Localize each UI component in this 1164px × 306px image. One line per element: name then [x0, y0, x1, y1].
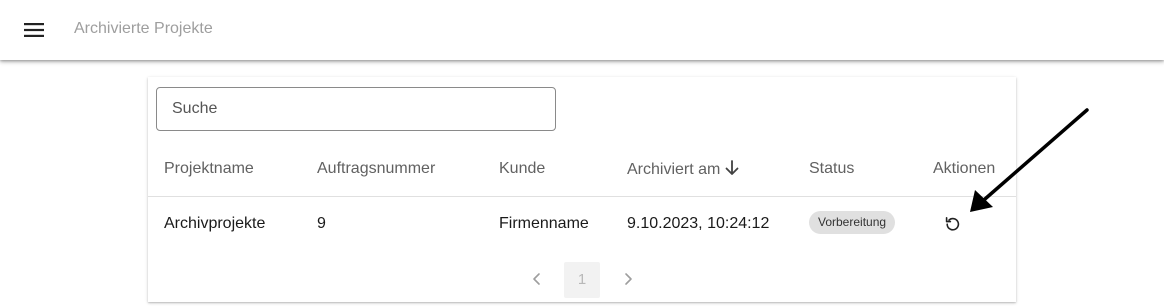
- cell-auftragsnummer: 9: [317, 215, 326, 232]
- cell-kunde: Firmenname: [499, 215, 589, 232]
- search-field[interactable]: [156, 87, 556, 131]
- search-input[interactable]: [157, 88, 555, 130]
- column-header-projektname[interactable]: Projektname: [164, 159, 254, 179]
- arrow-down-icon[interactable]: [724, 159, 740, 183]
- menu-icon[interactable]: [20, 16, 48, 44]
- projects-card: Projektname Auftragsnummer Kunde Archivi…: [148, 77, 1016, 302]
- chevron-right-icon[interactable]: [619, 270, 637, 288]
- pagination-page[interactable]: 1: [564, 262, 600, 298]
- restore-icon[interactable]: [941, 213, 965, 235]
- column-header-aktionen: Aktionen: [933, 160, 996, 177]
- cell-projektname: Archivprojekte: [164, 215, 266, 232]
- chevron-left-icon[interactable]: [528, 270, 546, 288]
- column-header-label: Archiviert am: [627, 161, 721, 178]
- cell-archiviert-am: 9.10.2023, 10:24:12: [627, 215, 770, 232]
- column-header-archiviert-am[interactable]: Archiviert am: [627, 159, 740, 183]
- page-title: Archivierte Projekte: [74, 20, 213, 37]
- column-header-status[interactable]: Status: [809, 159, 854, 179]
- column-header-kunde[interactable]: Kunde: [499, 159, 545, 179]
- divider: [148, 196, 1016, 197]
- status-badge: Vorbereitung: [809, 211, 896, 234]
- app-bar: Archivierte Projekte: [0, 0, 1164, 60]
- column-header-auftragsnummer[interactable]: Auftragsnummer: [317, 159, 435, 179]
